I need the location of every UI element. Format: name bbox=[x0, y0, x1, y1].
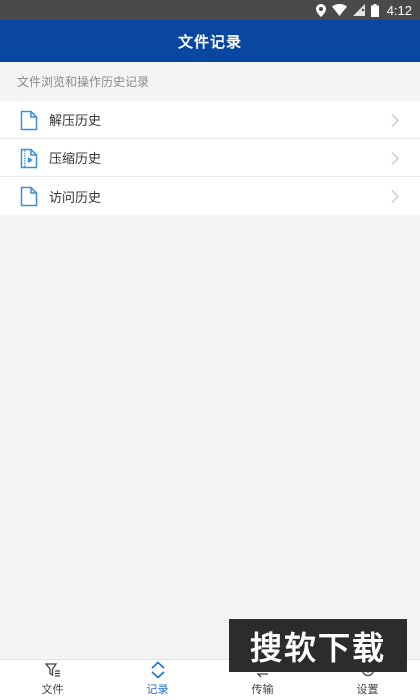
list-item-label: 压缩历史 bbox=[49, 152, 102, 167]
tab-label: 传输 bbox=[251, 683, 274, 696]
file-icon bbox=[20, 110, 38, 131]
list-item-compress-history[interactable]: 压缩历史 bbox=[0, 139, 420, 177]
section-caption-text: 文件浏览和操作历史记录 bbox=[17, 74, 150, 89]
list-item-label: 访问历史 bbox=[49, 190, 102, 206]
list-item-access-history[interactable]: 访问历史 bbox=[0, 177, 420, 215]
battery-icon bbox=[370, 3, 379, 17]
tab-files[interactable]: 文件 bbox=[0, 660, 105, 700]
section-caption: 文件浏览和操作历史记录 bbox=[0, 62, 420, 100]
watermark-text: 搜软下载 bbox=[249, 628, 386, 667]
wifi-icon bbox=[331, 4, 347, 16]
watermark-logo: 搜软下载 bbox=[229, 619, 407, 672]
app-header: 文件记录 bbox=[0, 20, 420, 62]
tab-records[interactable]: 记录 bbox=[105, 660, 210, 700]
file-icon bbox=[20, 186, 38, 207]
filter-list-icon bbox=[44, 663, 60, 677]
tab-label: 文件 bbox=[41, 683, 64, 696]
history-list: 解压历史 压缩历史 访问历史 bbox=[0, 101, 420, 215]
status-bar: 4:12 bbox=[0, 0, 420, 20]
status-time: 4:12 bbox=[386, 2, 412, 18]
status-icons: 4:12 bbox=[315, 0, 412, 20]
chevron-right-icon bbox=[391, 190, 399, 203]
location-icon bbox=[315, 3, 326, 17]
chevron-right-icon bbox=[391, 152, 399, 165]
tab-label: 记录 bbox=[146, 683, 169, 696]
list-item-label: 解压历史 bbox=[49, 114, 102, 129]
page-title: 文件记录 bbox=[177, 32, 242, 51]
archive-file-icon bbox=[20, 148, 38, 169]
list-item-extract-history[interactable]: 解压历史 bbox=[0, 101, 420, 139]
expand-icon bbox=[150, 661, 165, 679]
signal-icon bbox=[352, 4, 365, 16]
tab-label: 设置 bbox=[356, 683, 379, 696]
chevron-right-icon bbox=[391, 114, 399, 127]
